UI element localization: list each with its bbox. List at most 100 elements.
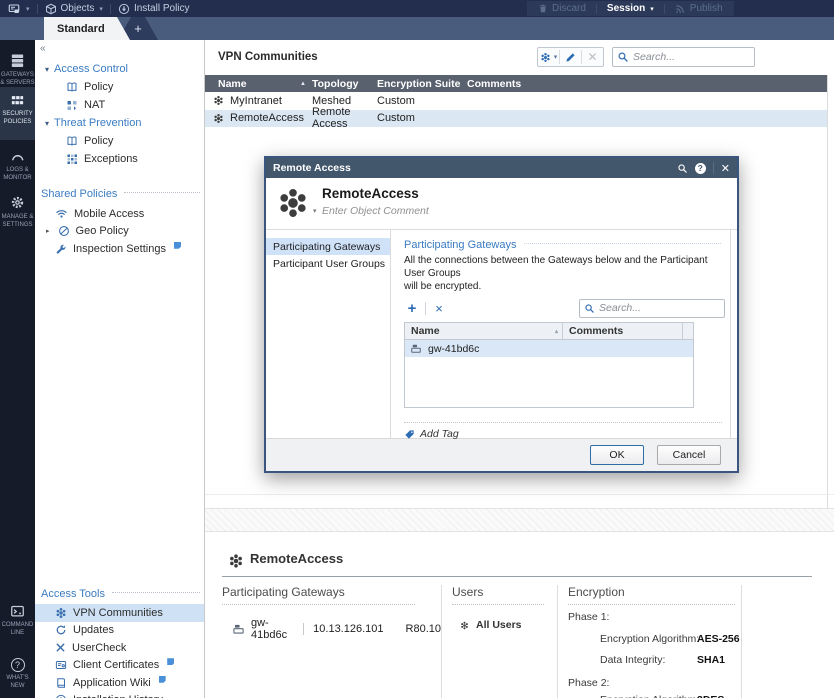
section-description: All the connections between the Gateways… [404, 254, 725, 293]
dotted-divider [524, 243, 722, 244]
tree-item-policy-tp[interactable]: Policy [35, 132, 204, 150]
toolbar-divider [596, 4, 597, 14]
tab-standard[interactable]: Standard [44, 17, 130, 40]
table-row-remoteaccess[interactable]: RemoteAccess Remote Access Custom [205, 110, 827, 128]
terminal-icon [9, 604, 26, 619]
publish-icon [675, 3, 686, 14]
history-icon [55, 694, 67, 698]
communities-table-header: Name ▲ Topology Encryption Suite Comment… [205, 75, 827, 92]
button-label: Cancel [673, 449, 706, 461]
column-header-name[interactable]: Name ▲ [205, 75, 312, 92]
tree-item-policy[interactable]: Policy [35, 78, 204, 96]
policy-nav-panel: « ▾ Access Control Policy NAT ▾ Threat P… [35, 40, 205, 698]
tree-group-access-control[interactable]: ▾ Access Control [35, 60, 204, 78]
column-header-name[interactable]: Name ▴ [405, 323, 563, 339]
dotted-divider [222, 604, 415, 605]
encryption-algorithm-label: Encryption Algorithm: [600, 694, 699, 698]
section-title: Shared Policies [41, 188, 117, 200]
new-community-button[interactable]: ▾ [538, 48, 559, 66]
collapse-panel-icon[interactable]: « [40, 43, 46, 54]
rail-item-whats-new[interactable]: ? WHAT'S NEW [0, 652, 35, 690]
close-icon[interactable]: ✕ [721, 162, 730, 175]
item-label: Geo Policy [76, 225, 129, 237]
table-row-myintranet[interactable]: MyIntranet Meshed Custom [205, 92, 827, 110]
vpn-community-icon[interactable] [276, 186, 310, 220]
access-tools-section: Access Tools VPN Communities Updates Use… [35, 586, 204, 698]
rail-item-security-policies[interactable]: SECURITY POLICIES [0, 87, 35, 140]
rail-label: COMMAND LINE [0, 622, 35, 637]
nav-item-vpn-communities[interactable]: VPN Communities [35, 604, 204, 622]
object-name[interactable]: RemoteAccess [322, 186, 419, 201]
rail-label: WHAT'S NEW [0, 675, 35, 690]
dialog-titlebar[interactable]: Remote Access ? ✕ [266, 158, 737, 178]
vpn-community-icon [213, 95, 224, 106]
search-icon [617, 51, 629, 63]
remove-gateway-button[interactable]: × [431, 301, 447, 316]
session-label: Session [607, 3, 645, 14]
nav-item-application-wiki[interactable]: Application Wiki [35, 674, 204, 692]
usercheck-icon [55, 642, 66, 653]
dialog-search-icon[interactable] [677, 163, 688, 174]
table-row-gateway[interactable]: gw-41bd6c [405, 340, 693, 357]
dotted-divider [452, 604, 544, 605]
column-header-comments[interactable]: Comments [467, 75, 537, 92]
tree-group-threat-prevention[interactable]: ▾ Threat Prevention [35, 114, 204, 132]
item-label: Application Wiki [73, 677, 151, 689]
nav-item-mobile-access[interactable]: Mobile Access [35, 205, 204, 223]
wifi-icon [55, 207, 68, 220]
horizontal-splitter[interactable] [205, 508, 834, 532]
discard-button[interactable]: Discard [536, 1, 588, 16]
nav-item-updates[interactable]: Updates [35, 622, 204, 640]
install-policy-button[interactable]: Install Policy [111, 0, 197, 17]
session-menu-button[interactable]: Session ▾ [605, 1, 656, 16]
nav-item-usercheck[interactable]: UserCheck [35, 639, 204, 657]
tree-item-nat[interactable]: NAT [35, 96, 204, 114]
nav-item-installation-history[interactable]: Installation History [35, 692, 204, 698]
exceptions-grid-icon [66, 153, 78, 165]
nav-item-client-certificates[interactable]: Client Certificates [35, 657, 204, 675]
help-icon[interactable]: ? [695, 163, 706, 174]
search-input[interactable] [633, 51, 750, 63]
item-label: Policy [84, 81, 113, 93]
gateway-summary-row[interactable]: gw-41bd6c 10.13.126.101 R80.10 [232, 617, 441, 641]
dialog-nav-participating-gateways[interactable]: Participating Gateways [266, 238, 390, 255]
delete-community-button[interactable]: ✕ [582, 48, 603, 66]
toolbar-divider [713, 162, 714, 174]
column-label: Topology [312, 78, 358, 90]
rail-item-manage-settings[interactable]: MANAGE & SETTINGS [0, 188, 35, 229]
install-policy-icon [118, 3, 130, 15]
users-group-icon [460, 621, 469, 630]
communities-search [612, 47, 755, 67]
add-tag-label: Add Tag [420, 428, 459, 440]
topology-cell: Meshed [312, 95, 377, 107]
tree-item-exceptions[interactable]: Exceptions [35, 150, 204, 168]
rail-item-command-line[interactable]: COMMAND LINE [0, 598, 35, 637]
nav-item-inspection-settings[interactable]: Inspection Settings [35, 240, 204, 258]
all-users-row[interactable]: All Users [460, 619, 522, 631]
column-label: Encryption Suite [377, 78, 460, 90]
column-header-encryption-suite[interactable]: Encryption Suite [377, 75, 467, 92]
objects-menu-button[interactable]: Objects ▾ [38, 0, 110, 17]
column-header-topology[interactable]: Topology [312, 75, 377, 92]
object-comment-field[interactable]: Enter Object Comment [322, 205, 429, 217]
rail-item-logs-monitor[interactable]: LOGS & MONITOR [0, 144, 35, 182]
edit-community-button[interactable] [560, 48, 581, 66]
nav-item-geo-policy[interactable]: ▸ Geo Policy [35, 223, 204, 241]
publish-button[interactable]: Publish [673, 1, 725, 16]
column-header-comments[interactable]: Comments [563, 323, 683, 339]
rail-item-gateways-servers[interactable]: GATEWAYS & SERVERS [0, 46, 35, 87]
add-tag-button[interactable]: Add Tag [404, 428, 474, 440]
app-menu-button[interactable]: ▾ [0, 0, 37, 17]
suite-cell: Custom [377, 95, 467, 107]
search-input[interactable] [599, 302, 720, 314]
data-integrity-value: SHA1 [697, 654, 725, 666]
servers-icon [9, 52, 26, 69]
geo-circle-icon [58, 225, 70, 237]
vpn-community-icon [228, 553, 244, 569]
add-gateway-button[interactable]: + [404, 300, 420, 317]
ok-button[interactable]: OK [590, 445, 644, 465]
summary-title: RemoteAccess [250, 551, 343, 566]
wrench-icon [55, 243, 67, 255]
cancel-button[interactable]: Cancel [657, 445, 721, 465]
dialog-nav-participant-user-groups[interactable]: Participant User Groups [266, 255, 390, 272]
